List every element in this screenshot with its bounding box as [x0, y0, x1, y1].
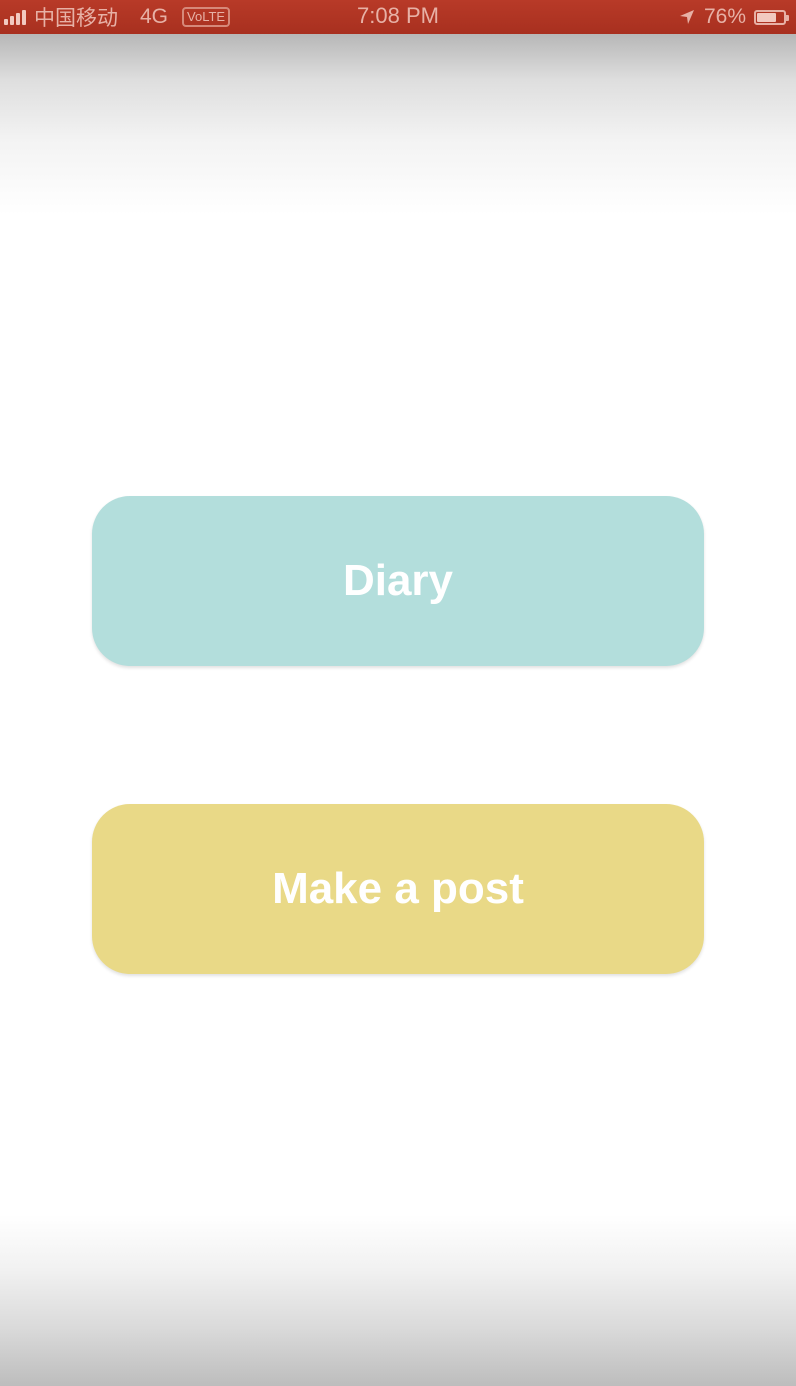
status-bar: 中国移动 4G VoLTE 7:08 PM 76% [0, 0, 796, 34]
battery-percentage: 76% [703, 5, 746, 28]
make-a-post-button[interactable]: Make a post [92, 804, 704, 974]
status-bar-time: 7:08 PM [357, 3, 439, 28]
location-arrow-icon [678, 8, 696, 26]
diary-button[interactable]: Diary [92, 496, 704, 666]
app-screen: 中国移动 4G VoLTE 7:08 PM 76% Diary Make a p… [0, 0, 796, 1386]
battery-level-fill [757, 12, 777, 22]
battery-icon [754, 9, 789, 25]
status-bar-right: 76% [678, 0, 789, 34]
